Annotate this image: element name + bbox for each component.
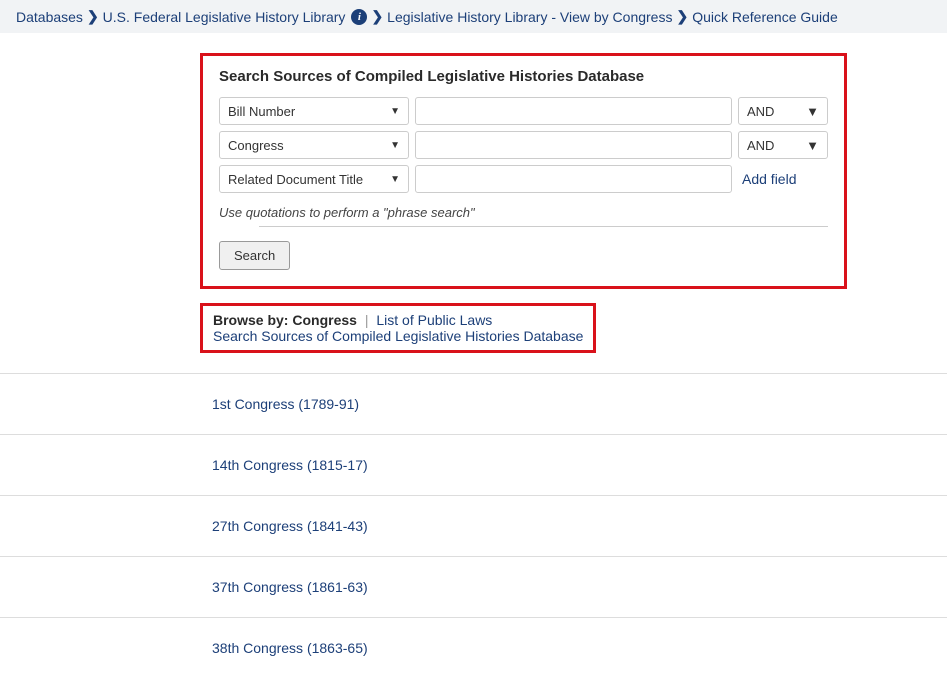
caret-down-icon: ▼ [390, 174, 400, 185]
search-button[interactable]: Search [219, 241, 290, 270]
field-select-label: Congress [228, 138, 284, 153]
browse-separator: | [365, 312, 369, 328]
chevron-right-icon: ❯ [676, 8, 688, 25]
add-field-link[interactable]: Add field [738, 171, 828, 187]
browse-current: Congress [292, 312, 357, 328]
congress-link[interactable]: 38th Congress (1863-65) [212, 640, 368, 656]
info-icon[interactable]: i [351, 9, 367, 25]
search-row: Congress ▼ AND ▼ [219, 131, 828, 159]
chevron-right-icon: ❯ [87, 8, 99, 25]
field-select-bill-number[interactable]: Bill Number ▼ [219, 97, 409, 125]
breadcrumb-databases[interactable]: Databases [16, 9, 83, 25]
field-select-label: Bill Number [228, 104, 295, 119]
field-select-related-doc[interactable]: Related Document Title ▼ [219, 165, 409, 193]
caret-down-icon: ▼ [390, 140, 400, 151]
search-title: Search Sources of Compiled Legislative H… [219, 68, 828, 85]
search-row: Related Document Title ▼ Add field [219, 165, 828, 193]
field-select-label: Related Document Title [228, 172, 363, 187]
congress-link[interactable]: 37th Congress (1861-63) [212, 579, 368, 595]
breadcrumb-library[interactable]: U.S. Federal Legislative History Library [103, 9, 346, 25]
list-item: 38th Congress (1863-65) [0, 617, 947, 678]
breadcrumb-view-by-congress[interactable]: Legislative History Library - View by Co… [387, 9, 672, 25]
list-item: 27th Congress (1841-43) [0, 495, 947, 556]
browse-search-sources[interactable]: Search Sources of Compiled Legislative H… [213, 328, 583, 344]
congress-list: 1st Congress (1789-91) 14th Congress (18… [0, 373, 947, 678]
search-hint: Use quotations to perform a "phrase sear… [219, 205, 828, 220]
congress-link[interactable]: 27th Congress (1841-43) [212, 518, 368, 534]
caret-down-icon: ▼ [806, 138, 819, 153]
main-content: Search Sources of Compiled Legislative H… [0, 33, 947, 678]
breadcrumb-quick-ref[interactable]: Quick Reference Guide [692, 9, 838, 25]
field-select-congress[interactable]: Congress ▼ [219, 131, 409, 159]
browse-list-public-laws[interactable]: List of Public Laws [376, 312, 492, 328]
congress-link[interactable]: 1st Congress (1789-91) [212, 396, 359, 412]
search-input-0[interactable] [415, 97, 732, 125]
breadcrumb: Databases ❯ U.S. Federal Legislative His… [0, 0, 947, 33]
browse-label: Browse by: [213, 312, 288, 328]
search-input-2[interactable] [415, 165, 732, 193]
congress-link[interactable]: 14th Congress (1815-17) [212, 457, 368, 473]
divider [259, 226, 828, 227]
caret-down-icon: ▼ [390, 106, 400, 117]
caret-down-icon: ▼ [806, 104, 819, 119]
search-box: Search Sources of Compiled Legislative H… [200, 53, 847, 289]
list-item: 37th Congress (1861-63) [0, 556, 947, 617]
operator-label: AND [747, 104, 774, 119]
search-row: Bill Number ▼ AND ▼ [219, 97, 828, 125]
chevron-right-icon: ❯ [371, 8, 383, 25]
search-input-1[interactable] [415, 131, 732, 159]
operator-select-1[interactable]: AND ▼ [738, 131, 828, 159]
list-item: 1st Congress (1789-91) [0, 373, 947, 434]
operator-label: AND [747, 138, 774, 153]
list-item: 14th Congress (1815-17) [0, 434, 947, 495]
browse-box: Browse by: Congress | List of Public Law… [200, 303, 596, 353]
operator-select-0[interactable]: AND ▼ [738, 97, 828, 125]
